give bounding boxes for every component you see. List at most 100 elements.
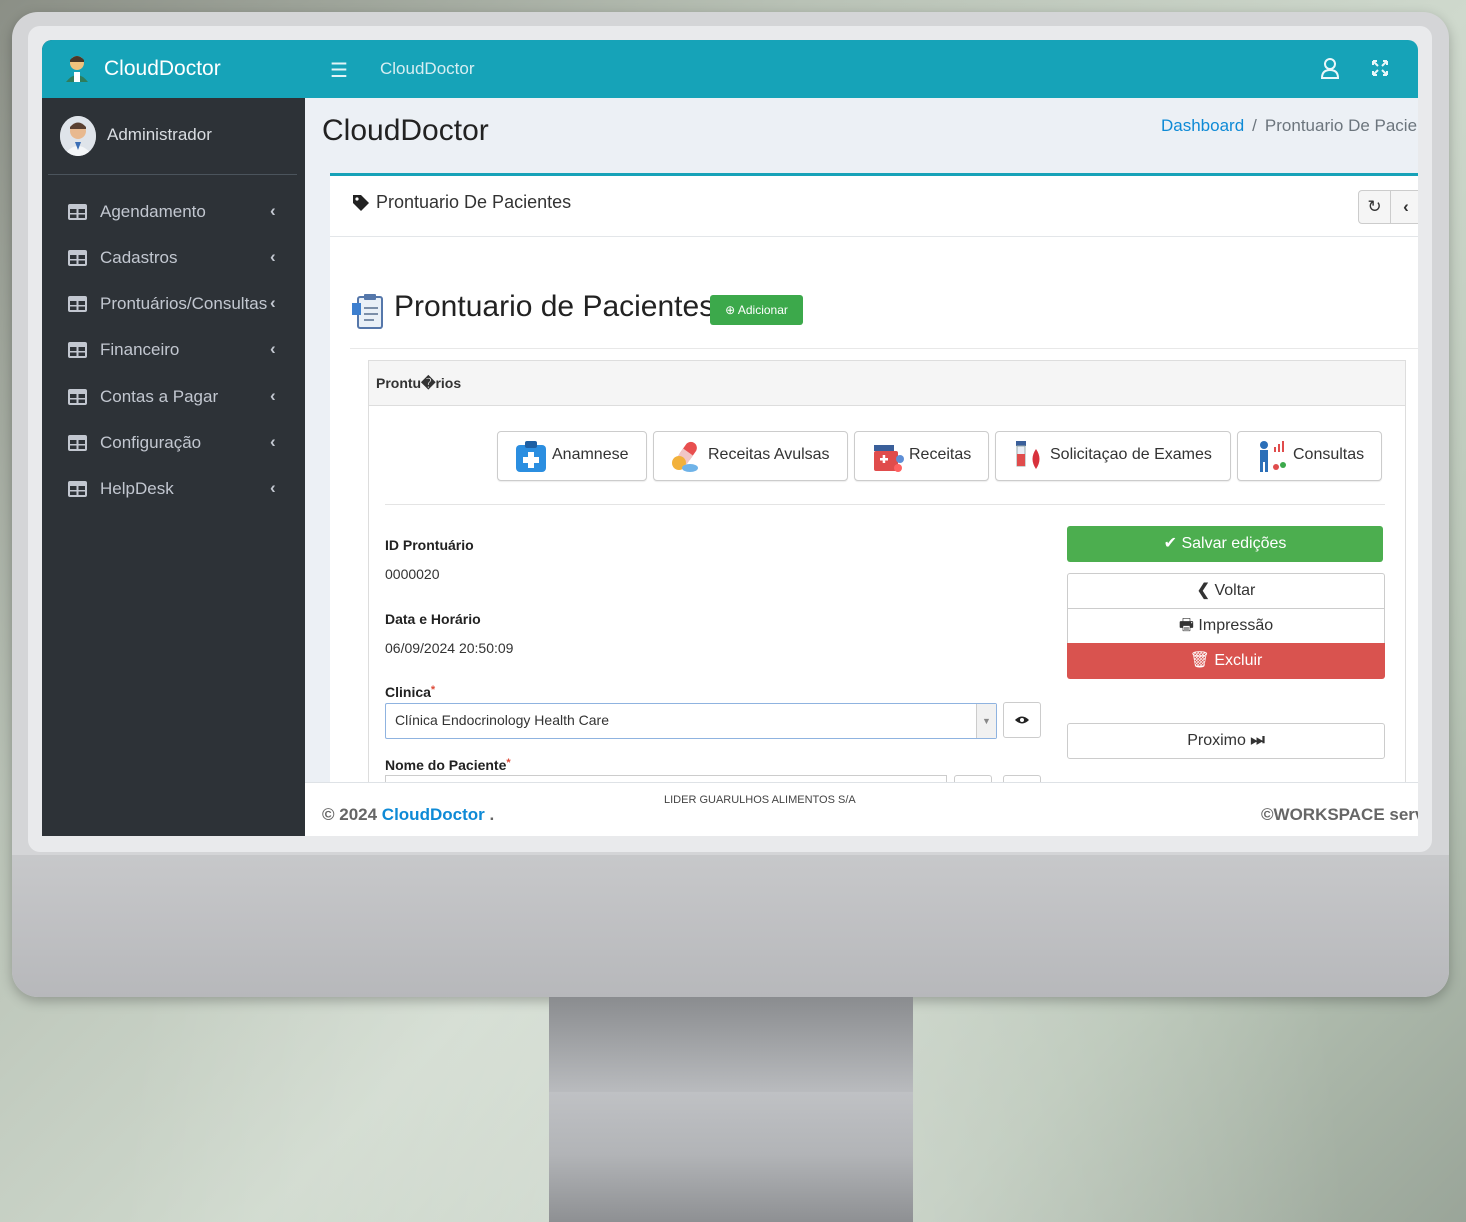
page-title: CloudDoctor	[322, 114, 489, 147]
sidebar-item-prontuarios[interactable]: Prontuários/Consultas ‹	[42, 284, 305, 324]
app-screen: CloudDoctor Administrador Agendamento ‹	[42, 40, 1418, 836]
check-icon: ✔	[1163, 535, 1182, 552]
table-icon	[68, 342, 87, 358]
clinic-label: Clinica*	[385, 684, 435, 700]
content-header: CloudDoctor Dashboard / Prontuario De Paci…	[305, 98, 1418, 178]
user-name: Administrador	[107, 125, 212, 144]
tab-label: Receitas Avulsas	[708, 446, 830, 463]
solicitacao-exames-button[interactable]: Solicitaçao de Exames	[995, 431, 1231, 481]
save-button[interactable]: ✔ Salvar edições	[1067, 526, 1383, 562]
clipboard-medical-icon	[516, 441, 546, 472]
tab-label: Solicitaçao de Exames	[1050, 446, 1212, 463]
tab-label: Anamnese	[552, 446, 629, 463]
panel-divider	[385, 504, 1385, 505]
breadcrumb-dashboard-link[interactable]: Dashboard	[1161, 116, 1244, 135]
user-photo-icon	[60, 116, 96, 156]
card-header: Prontuario De Pacientes ↻ ‹	[330, 176, 1418, 237]
card-tools: ↻ ‹	[1358, 190, 1418, 224]
chevron-left-icon: ‹	[270, 339, 276, 358]
table-icon	[68, 481, 87, 497]
copyright-text: © 2024	[322, 805, 382, 824]
receitas-button[interactable]: Receitas	[854, 431, 989, 481]
sidebar: CloudDoctor Administrador Agendamento ‹	[42, 40, 305, 836]
view-clinic-button[interactable]	[1003, 702, 1041, 738]
footer-brand-link[interactable]: CloudDoctor	[382, 805, 485, 824]
user-icon[interactable]	[1321, 58, 1339, 80]
step-forward-icon: ⏭	[1245, 732, 1265, 749]
sidebar-item-financeiro[interactable]: Financeiro ‹	[42, 330, 305, 370]
back-button-label: Voltar	[1214, 582, 1256, 599]
chevron-left-icon: ‹	[270, 247, 276, 266]
consultas-button[interactable]: Consultas	[1237, 431, 1382, 481]
table-icon	[68, 296, 87, 312]
blood-test-icon	[1016, 441, 1040, 469]
receitas-avulsas-button[interactable]: Receitas Avulsas	[653, 431, 848, 481]
print-button[interactable]: 🖶 Impressão	[1067, 608, 1385, 644]
prontuario-card: Prontuario De Pacientes ↻ ‹ Prontuario d…	[330, 173, 1418, 818]
next-button-label: Proximo	[1187, 732, 1246, 749]
save-button-label: Salvar edições	[1181, 535, 1287, 552]
logo-text: CloudDoctor	[104, 57, 221, 80]
eye-icon	[1015, 716, 1029, 724]
tab-label: Consultas	[1293, 446, 1365, 463]
tab-label: Receitas	[909, 446, 972, 463]
breadcrumb-current: Prontuario De Pacie	[1264, 116, 1418, 135]
clinic-select[interactable]: Clínica Endocrinology Health Care ▼	[385, 703, 997, 739]
fullscreen-icon[interactable]	[1371, 58, 1389, 78]
chevron-left-icon: ‹	[270, 201, 276, 220]
doctor-avatar-icon	[66, 56, 88, 82]
next-button[interactable]: Proximo ⏭	[1067, 723, 1385, 759]
user-panel[interactable]: Administrador	[42, 98, 305, 176]
sidebar-item-label: Cadastros	[100, 248, 178, 267]
section-divider	[350, 348, 1418, 349]
id-label: ID Prontuário	[385, 537, 474, 553]
sidebar-item-cadastros[interactable]: Cadastros ‹	[42, 238, 305, 278]
footer: © 2024 CloudDoctor . LIDER GUARULHOS ALI…	[305, 782, 1418, 836]
footer-copyright: © 2024 CloudDoctor .	[322, 805, 494, 825]
prontuarios-panel: Prontu�rios Anamnese Receitas Avulsas Re…	[368, 360, 1406, 818]
date-value: 06/09/2024 20:50:09	[385, 640, 514, 656]
required-mark: *	[430, 684, 436, 696]
date-label: Data e Horário	[385, 611, 481, 627]
monitor-stand-neck	[549, 997, 913, 1092]
anamnese-button[interactable]: Anamnese	[497, 431, 647, 481]
collapse-chevron-icon[interactable]: ‹	[1391, 191, 1418, 223]
footer-workspace: ©WORKSPACE serv	[1261, 805, 1418, 824]
sidebar-divider	[48, 174, 297, 175]
patient-chart-icon	[1260, 441, 1286, 472]
monitor-chin	[12, 855, 1449, 997]
add-button[interactable]: ⊕ Adicionar	[710, 295, 803, 325]
breadcrumb: Dashboard / Prontuario De Pacie	[1161, 116, 1417, 136]
avatar	[60, 116, 96, 156]
clinic-label-text: Clinica	[385, 684, 431, 700]
printer-icon: 🖶	[1178, 617, 1199, 634]
footer-company: LIDER GUARULHOS ALIMENTOS S/A	[664, 794, 856, 806]
sidebar-item-agendamento[interactable]: Agendamento ‹	[42, 192, 305, 232]
delete-button[interactable]: 🗑 Excluir	[1067, 643, 1385, 679]
clinic-select-value: Clínica Endocrinology Health Care	[395, 712, 609, 728]
sidebar-item-label: Contas a Pagar	[100, 387, 219, 406]
sidebar-item-configuracao[interactable]: Configuração ‹	[42, 423, 305, 463]
chevron-down-icon: ▼	[976, 704, 996, 738]
patient-label-text: Nome do Paciente	[385, 757, 507, 773]
table-icon	[68, 250, 87, 266]
back-button[interactable]: ❮ Voltar	[1067, 573, 1385, 609]
card-title: Prontuario De Pacientes	[376, 192, 572, 212]
table-icon	[68, 435, 87, 451]
panel-title: Prontu�rios	[376, 375, 462, 391]
add-button-label: Adicionar	[737, 303, 788, 317]
refresh-icon[interactable]: ↻	[1359, 191, 1391, 223]
chevron-left-icon: ‹	[270, 432, 276, 451]
trash-icon: 🗑	[1189, 652, 1215, 669]
brand-logo[interactable]: CloudDoctor	[42, 40, 305, 98]
chevron-left-icon: ‹	[270, 386, 276, 405]
tag-icon	[353, 195, 369, 211]
sidebar-item-contas-a-pagar[interactable]: Contas a Pagar ‹	[42, 377, 305, 417]
pills-icon	[672, 441, 698, 472]
sidebar-item-label: Configuração	[100, 433, 202, 452]
top-navbar: ☰ CloudDoctor	[305, 40, 1418, 98]
medical-record-icon	[352, 294, 383, 329]
hamburger-menu-icon[interactable]: ☰	[330, 58, 348, 83]
section-title: Prontuario de Pacientes	[394, 290, 715, 323]
sidebar-item-helpdesk[interactable]: HelpDesk ‹	[42, 469, 305, 509]
